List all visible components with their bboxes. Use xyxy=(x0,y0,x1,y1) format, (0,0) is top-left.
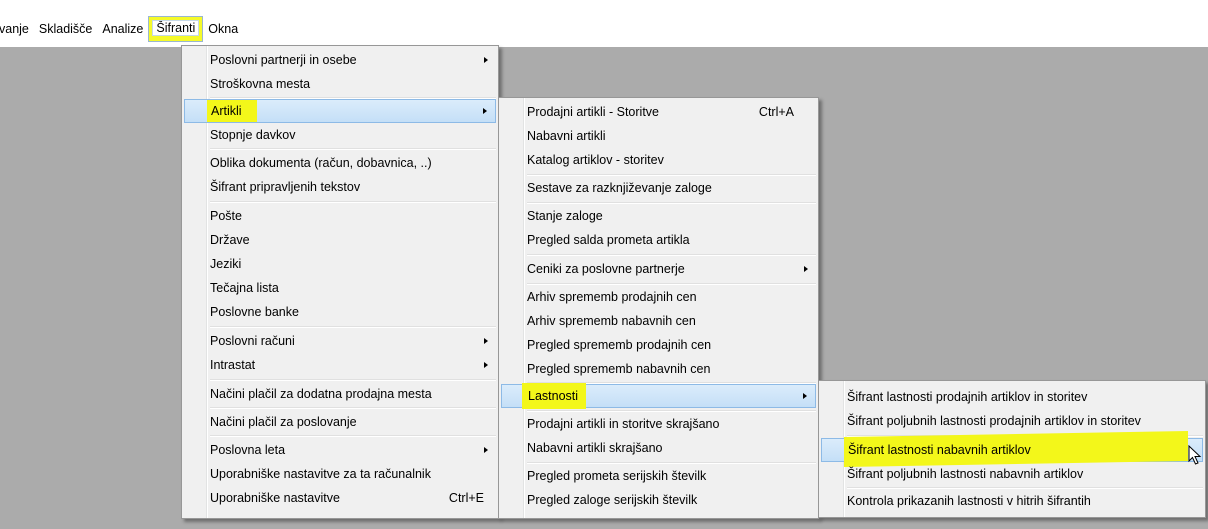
menu-item-pregled-zaloge-serijskih[interactable]: Pregled zaloge serijskih številk xyxy=(501,488,816,512)
menu-item-sifrant-poljubnih-prodajnih[interactable]: Šifrant poljubnih lastnosti prodajnih ar… xyxy=(821,409,1203,433)
menu-separator xyxy=(210,148,496,150)
menu-item-uporabniske-nastavitve[interactable]: Uporabniške nastavitve Ctrl+E xyxy=(184,486,496,510)
menu-separator xyxy=(210,326,496,328)
menu-item-drzave[interactable]: Države xyxy=(184,228,496,252)
menu-item-arhiv-nabavnih[interactable]: Arhiv sprememb nabavnih cen xyxy=(501,309,816,333)
menu-item-poslovna-leta[interactable]: Poslovna leta xyxy=(184,438,496,462)
menu-item-oblika-dokumenta[interactable]: Oblika dokumenta (račun, dobavnica, ..) xyxy=(184,151,496,175)
submenu-arrow-icon xyxy=(484,57,488,63)
menu-item-sifrant-tekstov[interactable]: Šifrant pripravljenih tekstov xyxy=(184,175,496,199)
lastnosti-submenu: Šifrant lastnosti prodajnih artiklov in … xyxy=(818,380,1206,518)
menu-item-stroskovna-mesta[interactable]: Stroškovna mesta xyxy=(184,72,496,96)
submenu-arrow-icon xyxy=(803,393,807,399)
menu-item-jeziki[interactable]: Jeziki xyxy=(184,252,496,276)
menu-item-pregled-prometa-serijskih[interactable]: Pregled prometa serijskih številk xyxy=(501,464,816,488)
menu-item-uporabniske-nastavitve-racunalnik[interactable]: Uporabniške nastavitve za ta računalnik xyxy=(184,462,496,486)
menu-item-lastnosti[interactable]: Lastnosti xyxy=(501,383,816,409)
menu-bar-item-analize[interactable]: Analize xyxy=(97,17,148,41)
menu-item-sifrant-lastnosti-prodajnih[interactable]: Šifrant lastnosti prodajnih artiklov in … xyxy=(821,385,1203,409)
menu-separator xyxy=(210,379,496,381)
menu-item-arhiv-prodajnih[interactable]: Arhiv sprememb prodajnih cen xyxy=(501,285,816,309)
artikli-submenu: Prodajni artikli - Storitve Ctrl+A Nabavn… xyxy=(498,97,819,519)
menu-separator xyxy=(527,254,816,256)
menu-item-kontrola-prikazanih[interactable]: Kontrola prikazanih lastnosti v hitrih š… xyxy=(821,489,1203,513)
menu-separator xyxy=(210,407,496,409)
shortcut-label: Ctrl+E xyxy=(448,491,484,505)
submenu-arrow-icon xyxy=(483,108,487,114)
menu-item-pregled-salda[interactable]: Pregled salda prometa artikla xyxy=(501,228,816,252)
menu-item-prodajni-skrajsano[interactable]: Prodajni artikli in storitve skrajšano xyxy=(501,412,816,436)
menu-item-pregled-prodajnih[interactable]: Pregled sprememb prodajnih cen xyxy=(501,333,816,357)
menu-item-ceniki[interactable]: Ceniki za poslovne partnerje xyxy=(501,257,816,281)
menu-item-stopnje-davkov[interactable]: Stopnje davkov xyxy=(184,123,496,147)
menu-bar-item-sifranti-label: Šifranti xyxy=(152,20,200,36)
menu-item-tecajna-lista[interactable]: Tečajna lista xyxy=(184,276,496,300)
menu-bar: vanje Skladišče Analize Šifranti Okna xyxy=(0,12,1208,46)
menu-item-sestave[interactable]: Sestave za razknjiževanje zaloge xyxy=(501,176,816,200)
menu-bar-item-sifranti[interactable]: Šifranti xyxy=(148,16,204,42)
submenu-arrow-icon xyxy=(484,447,488,453)
menu-item-katalog-artiklov[interactable]: Katalog artiklov - storitev xyxy=(501,148,816,172)
sifranti-dropdown-menu: Poslovni partnerji in osebe Stroškovna m… xyxy=(181,45,499,519)
submenu-arrow-icon xyxy=(484,362,488,368)
shortcut-label: Ctrl+A xyxy=(758,105,794,119)
menu-item-intrastat[interactable]: Intrastat xyxy=(184,353,496,377)
menu-bar-item-okna[interactable]: Okna xyxy=(203,17,243,41)
menu-bar-item-poslovanje[interactable]: vanje xyxy=(0,17,34,41)
menu-item-artikli[interactable]: Artikli xyxy=(184,99,496,123)
menu-separator xyxy=(210,435,496,437)
menu-item-poslovni-partnerji[interactable]: Poslovni partnerji in osebe xyxy=(184,48,496,72)
menu-item-pregled-nabavnih[interactable]: Pregled sprememb nabavnih cen xyxy=(501,357,816,381)
submenu-arrow-icon xyxy=(804,266,808,272)
mouse-pointer-icon xyxy=(1188,445,1202,465)
menu-item-nacini-placil-poslovanje[interactable]: Načini plačil za poslovanje xyxy=(184,410,496,434)
submenu-arrow-icon xyxy=(484,338,488,344)
menu-item-poslovni-racuni[interactable]: Poslovni računi xyxy=(184,329,496,353)
menu-item-nacini-placil-dodatna[interactable]: Načini plačil za dodatna prodajna mesta xyxy=(184,382,496,406)
menu-separator xyxy=(210,201,496,203)
menu-item-nabavni-skrajsano[interactable]: Nabavni artikli skrajšano xyxy=(501,436,816,460)
menu-item-stanje-zaloge[interactable]: Stanje zaloge xyxy=(501,204,816,228)
menu-bar-item-skladisce[interactable]: Skladišče xyxy=(34,17,98,41)
menu-item-nabavni-artikli[interactable]: Nabavni artikli xyxy=(501,124,816,148)
menu-item-sifrant-lastnosti-nabavnih[interactable]: Šifrant lastnosti nabavnih artiklov xyxy=(821,430,1203,468)
menu-item-prodajni-artikli[interactable]: Prodajni artikli - Storitve Ctrl+A xyxy=(501,100,816,124)
menu-item-poslovne-banke[interactable]: Poslovne banke xyxy=(184,300,496,324)
menu-item-poste[interactable]: Pošte xyxy=(184,204,496,228)
